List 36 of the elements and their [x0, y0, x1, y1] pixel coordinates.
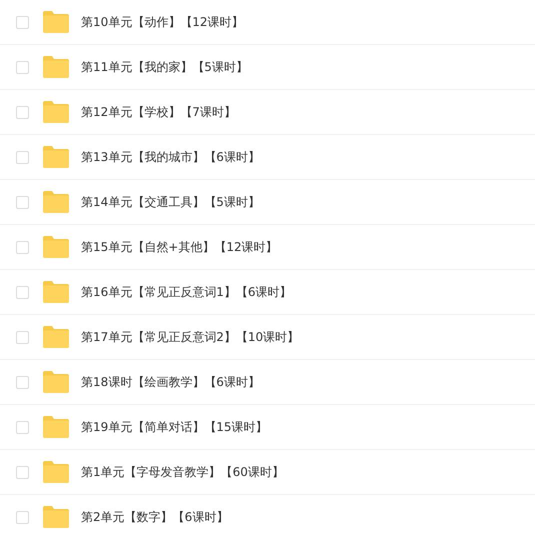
folder-icon	[43, 461, 69, 483]
checkbox[interactable]	[16, 420, 29, 434]
folder-icon	[43, 146, 69, 168]
checkbox[interactable]	[16, 466, 29, 478]
checkbox[interactable]	[16, 376, 29, 388]
checkbox[interactable]	[16, 510, 29, 524]
checkbox[interactable]	[16, 240, 29, 254]
folder-icon	[43, 281, 69, 303]
folder-icon	[43, 371, 69, 393]
folder-name[interactable]: 第14单元【交通工具】【5课时】	[81, 194, 260, 210]
folder-name[interactable]: 第15单元【自然+其他】【12课时】	[81, 238, 278, 256]
folder-icon	[43, 101, 69, 123]
folder-name[interactable]: 第11单元【我的家】【5课时】	[81, 58, 248, 76]
folder-name[interactable]: 第10单元【动作】【12课时】	[81, 14, 244, 30]
folder-icon	[43, 191, 69, 213]
checkbox[interactable]	[16, 196, 29, 208]
folder-icon	[43, 416, 69, 438]
folder-name[interactable]: 第18课时【绘画教学】【6课时】	[81, 374, 260, 390]
folder-name[interactable]: 第16单元【常见正反意词1】【6课时】	[81, 284, 292, 300]
folder-name[interactable]: 第17单元【常见正反意词2】【10课时】	[81, 328, 300, 346]
checkbox[interactable]	[16, 286, 29, 298]
folder-icon	[43, 236, 69, 258]
checkbox[interactable]	[16, 16, 29, 28]
folder-name[interactable]: 第12单元【学校】【7课时】	[81, 104, 236, 120]
folder-icon	[43, 56, 69, 78]
folder-icon	[43, 326, 69, 348]
folder-icon	[43, 11, 69, 33]
folder-name[interactable]: 第1单元【字母发音教学】【60课时】	[81, 464, 284, 480]
checkbox[interactable]	[16, 60, 29, 74]
folder-name[interactable]: 第13单元【我的城市】【6课时】	[81, 148, 260, 166]
folder-icon	[43, 506, 69, 528]
checkbox[interactable]	[16, 150, 29, 164]
checkbox[interactable]	[16, 106, 29, 118]
checkbox[interactable]	[16, 330, 29, 344]
folder-name[interactable]: 第19单元【简单对话】【15课时】	[81, 418, 268, 436]
folder-name[interactable]: 第2单元【数字】【6课时】	[81, 508, 228, 526]
